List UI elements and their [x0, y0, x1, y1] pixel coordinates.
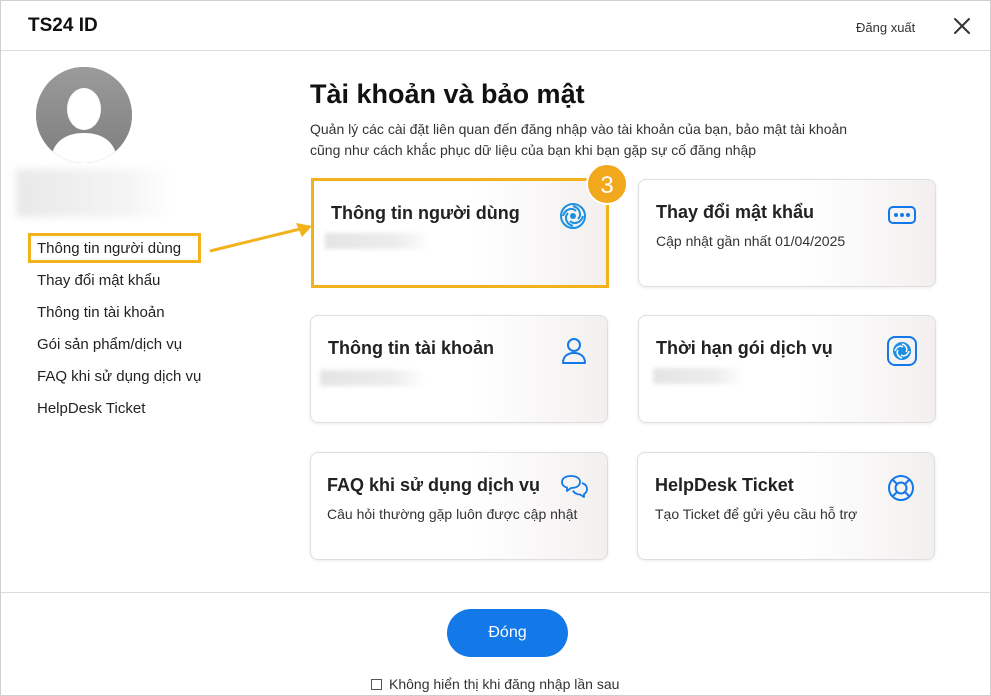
- sidebar-menu: Thông tin người dùng Thay đổi mật khẩu T…: [37, 239, 201, 431]
- account-security-dialog: TS24 ID Đăng xuất Thông tin người dùng T…: [0, 0, 991, 696]
- step-badge: 3: [586, 163, 628, 205]
- page-title: Tài khoản và bảo mật: [310, 79, 585, 109]
- sidebar-item-packages[interactable]: Gói sản phẩm/dịch vụ: [37, 335, 201, 367]
- card-title: Thông tin tài khoản: [328, 338, 494, 358]
- user-silhouette-icon: [36, 67, 132, 163]
- password-dots-icon: [888, 206, 916, 224]
- card-subtitle: Cập nhật gần nhất 01/04/2025: [656, 233, 846, 249]
- checkbox-label: Không hiển thị khi đăng nhập lần sau: [389, 676, 620, 692]
- sidebar-item-faq[interactable]: FAQ khi sử dụng dịch vụ: [37, 367, 201, 399]
- card-service-term[interactable]: Thời hạn gói dịch vụ: [638, 315, 936, 423]
- user-icon: [562, 338, 586, 364]
- card-title: Thay đổi mật khẩu: [656, 202, 815, 222]
- title-bar: TS24 ID Đăng xuất: [1, 1, 990, 51]
- blurred-value: [653, 368, 743, 384]
- checkbox-box[interactable]: [371, 679, 382, 690]
- service-logo-icon: [887, 336, 917, 366]
- sidebar-item-user-info[interactable]: Thông tin người dùng: [37, 239, 201, 271]
- card-subtitle: Tạo Ticket để gửi yêu cầu hỗ trợ: [655, 506, 858, 522]
- card-title: Thời hạn gói dịch vụ: [656, 338, 833, 358]
- card-change-password[interactable]: Thay đổi mật khẩu Cập nhật gần nhất 01/0…: [638, 179, 936, 287]
- sidebar-item-helpdesk[interactable]: HelpDesk Ticket: [37, 399, 201, 431]
- blurred-value: [320, 370, 425, 386]
- dont-show-again-checkbox[interactable]: Không hiển thị khi đăng nhập lần sau: [371, 676, 619, 692]
- card-subtitle: Câu hỏi thường gặp luôn được cập nhật: [327, 506, 578, 522]
- close-icon[interactable]: [952, 16, 972, 36]
- app-title: TS24 ID: [28, 15, 98, 36]
- card-faq[interactable]: FAQ khi sử dụng dịch vụ Câu hỏi thường g…: [310, 452, 608, 560]
- page-description: Quản lý các cài đặt liên quan đến đăng n…: [310, 121, 848, 158]
- footer-divider: [1, 592, 990, 593]
- sidebar-item-account-info[interactable]: Thông tin tài khoản: [37, 303, 201, 335]
- card-title: HelpDesk Ticket: [655, 475, 794, 495]
- close-button[interactable]: Đóng: [447, 609, 568, 657]
- swirl-logo-icon: [560, 203, 586, 229]
- logout-link[interactable]: Đăng xuất: [856, 20, 915, 35]
- card-title: FAQ khi sử dụng dịch vụ: [327, 475, 541, 495]
- username-blurred: [16, 169, 174, 217]
- lifebuoy-icon: [888, 475, 914, 501]
- card-user-info[interactable]: Thông tin người dùng: [311, 178, 609, 288]
- blurred-value: [325, 233, 430, 249]
- pointer-arrow: [209, 223, 312, 253]
- card-title: Thông tin người dùng: [331, 203, 520, 223]
- sidebar-item-change-password[interactable]: Thay đổi mật khẩu: [37, 271, 201, 303]
- chat-bubbles-icon: [561, 475, 588, 498]
- avatar: [36, 67, 132, 163]
- card-account-info[interactable]: Thông tin tài khoản: [310, 315, 608, 423]
- card-helpdesk[interactable]: HelpDesk Ticket Tạo Ticket để gửi yêu cầ…: [637, 452, 935, 560]
